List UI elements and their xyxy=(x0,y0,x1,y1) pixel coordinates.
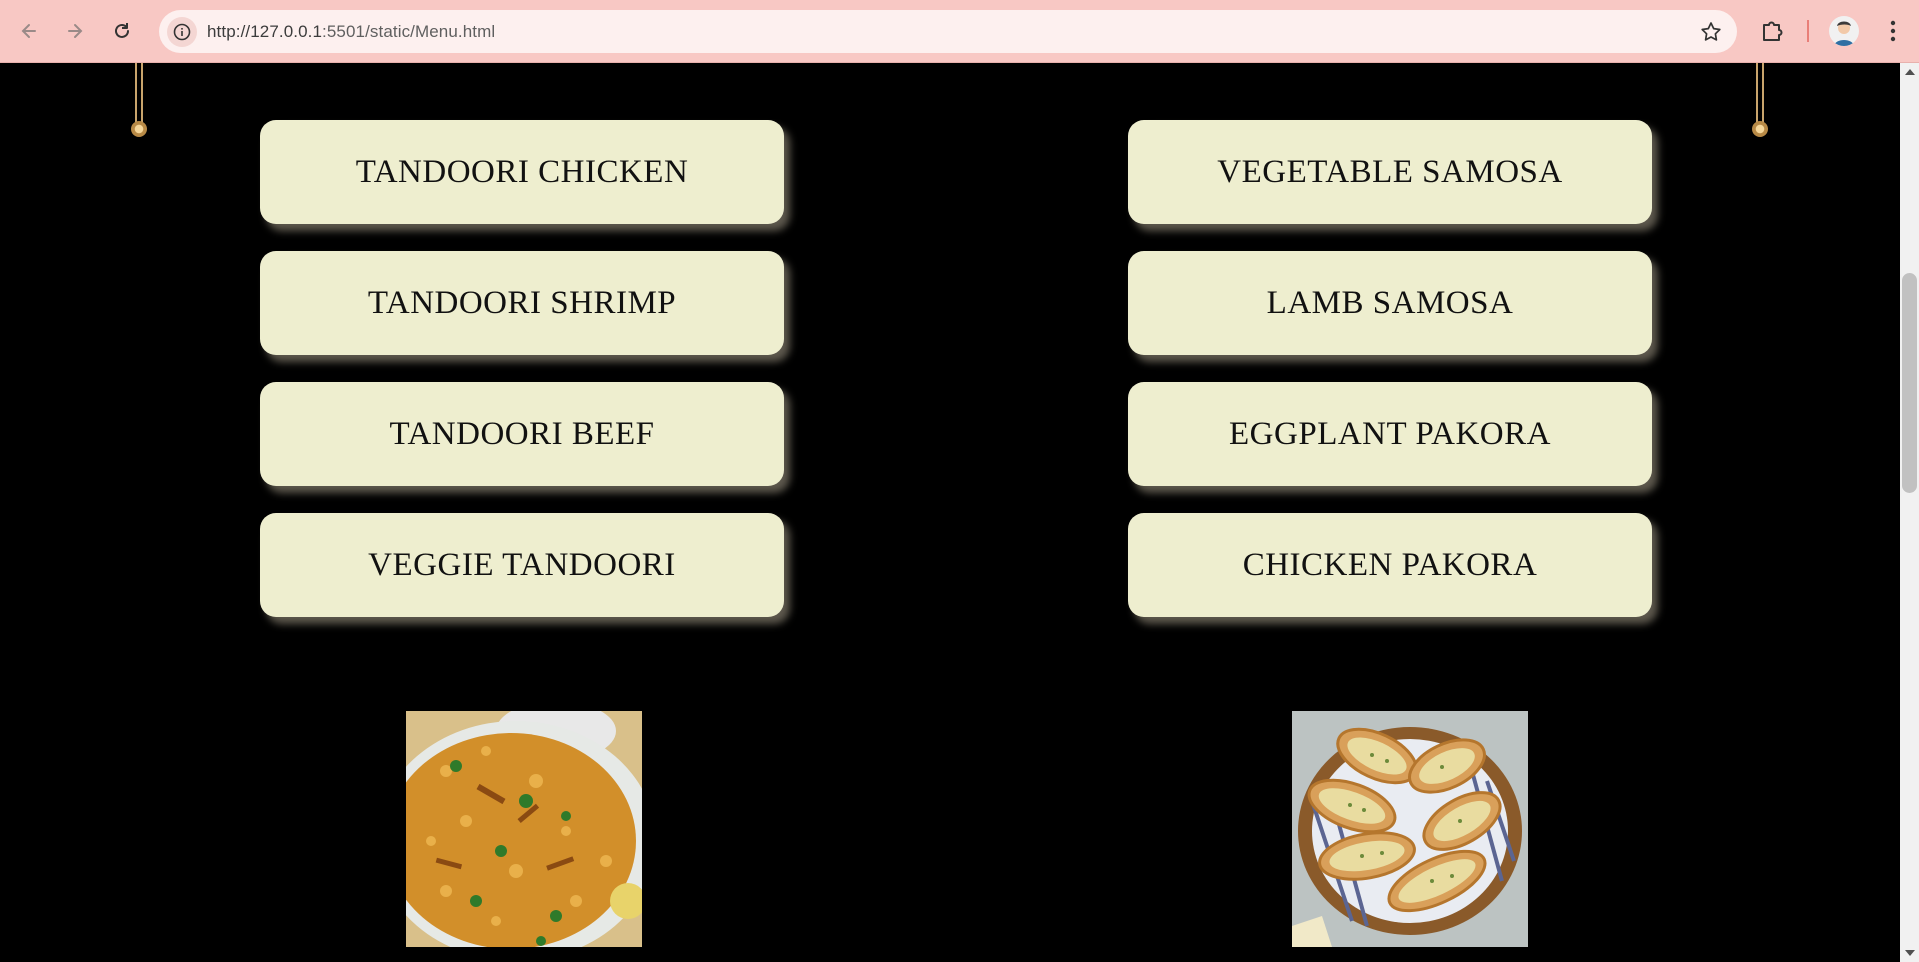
puzzle-icon xyxy=(1763,21,1783,41)
bookmark-star-button[interactable] xyxy=(1699,20,1723,44)
avatar-icon xyxy=(1834,21,1854,46)
lamp-bulb-icon xyxy=(1752,121,1768,137)
profile-avatar[interactable] xyxy=(1829,16,1859,46)
back-button[interactable] xyxy=(12,14,46,48)
garlic-bread-image xyxy=(1292,711,1528,947)
hanging-lamp-right xyxy=(1750,63,1770,143)
menu-item-chicken-pakora[interactable]: CHICKEN PAKORA xyxy=(1128,513,1652,617)
url-path: :5501/static/Menu.html xyxy=(322,22,496,41)
extensions-button[interactable] xyxy=(1758,17,1786,45)
lamp-rod xyxy=(135,63,143,127)
lamp-rod xyxy=(1756,63,1764,127)
biryani-image xyxy=(406,711,642,947)
address-bar[interactable]: http://127.0.0.1:5501/static/Menu.html xyxy=(159,10,1737,53)
menu-item-eggplant-pakora[interactable]: EGGPLANT PAKORA xyxy=(1128,382,1652,486)
kebab-menu-icon xyxy=(1890,20,1896,42)
reload-button[interactable] xyxy=(105,14,139,48)
menu-item-tandoori-beef[interactable]: TANDOORI BEEF xyxy=(260,382,784,486)
reload-icon xyxy=(115,23,129,38)
menu-item-lamb-samosa[interactable]: LAMB SAMOSA xyxy=(1128,251,1652,355)
browser-toolbar: http://127.0.0.1:5501/static/Menu.html xyxy=(0,0,1919,63)
scroll-up-icon[interactable] xyxy=(1905,69,1915,75)
forward-button[interactable] xyxy=(58,14,92,48)
menu-page: TANDOORI CHICKEN TANDOORI SHRIMP TANDOOR… xyxy=(0,63,1900,962)
hanging-lamp-left xyxy=(129,63,149,143)
menu-item-tandoori-shrimp[interactable]: TANDOORI SHRIMP xyxy=(260,251,784,355)
menu-item-vegetable-samosa[interactable]: VEGETABLE SAMOSA xyxy=(1128,120,1652,224)
menu-item-veggie-tandoori[interactable]: VEGGIE TANDOORI xyxy=(260,513,784,617)
url-text[interactable]: http://127.0.0.1:5501/static/Menu.html xyxy=(207,22,495,42)
toolbar-separator xyxy=(1807,20,1809,42)
menu-item-tandoori-chicken[interactable]: TANDOORI CHICKEN xyxy=(260,120,784,224)
back-arrow-icon xyxy=(21,24,36,38)
scrollbar-thumb[interactable] xyxy=(1902,273,1917,493)
page-scrollbar[interactable] xyxy=(1900,63,1919,962)
browser-menu-button[interactable] xyxy=(1880,18,1906,44)
url-host: http://127.0.0.1 xyxy=(207,22,323,41)
star-icon xyxy=(1701,22,1721,41)
site-info-button[interactable] xyxy=(167,17,197,47)
lamp-bulb-icon xyxy=(131,121,147,137)
scroll-down-icon[interactable] xyxy=(1905,950,1915,956)
forward-arrow-icon xyxy=(68,24,83,38)
info-icon xyxy=(173,23,191,41)
